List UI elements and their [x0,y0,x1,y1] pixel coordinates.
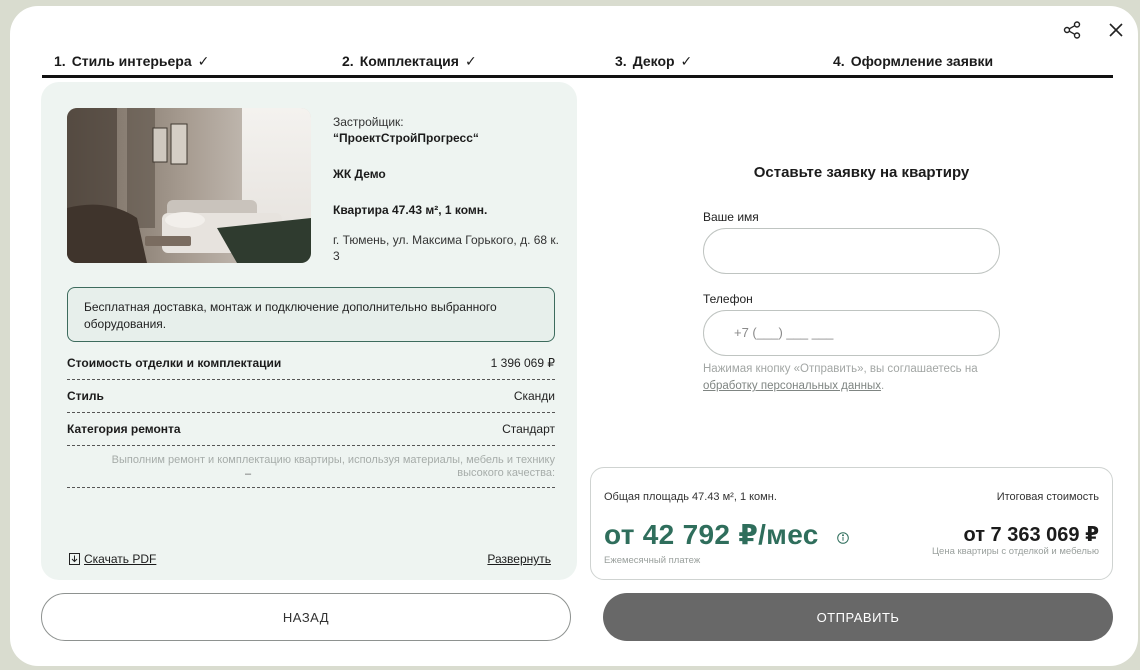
step-number: 2. [342,53,354,69]
expand-link[interactable]: Развернуть [487,552,551,566]
step-number: 1. [54,53,66,69]
step-label: Комплектация [359,53,459,69]
delivery-note: Бесплатная доставка, монтаж и подключени… [67,287,555,342]
total-cost-caption: Цена квартиры с отделкой и мебелью [932,546,1099,557]
consent-prefix: Нажимая кнопку «Отправить», вы соглашает… [703,363,978,375]
apartment-summary-panel: Застройщик: “ПроектСтройПрогресс“ ЖК Дем… [41,82,577,580]
top-icons [1062,20,1124,40]
configurator-modal: 1. Стиль интерьера ✓ 2. Комплектация ✓ 3… [10,6,1138,666]
interior-photo [67,108,311,263]
detail-row-cost: Стоимость отделки и комплектации 1 396 0… [67,347,555,380]
address: г. Тюмень, ул. Максима Горького, д. 68 к… [333,233,560,263]
price-card: Общая площадь 47.43 м², 1 комн. Итоговая… [590,467,1113,580]
step-number: 4. [833,53,845,69]
check-icon: ✓ [464,53,477,69]
form-title: Оставьте заявку на квартиру [753,164,970,181]
apartment-info: Застройщик: “ПроектСтройПрогресс“ ЖК Дем… [333,114,563,264]
close-icon[interactable] [1108,22,1124,38]
pdf-link-label: Скачать PDF [84,552,157,566]
name-label: Ваше имя [703,210,759,224]
download-pdf-link[interactable]: Скачать PDF [69,552,156,566]
pdf-download-icon [69,553,80,565]
personal-data-link[interactable]: обработку персональных данных [703,380,881,392]
detail-key: Категория ремонта [67,422,181,436]
send-button[interactable]: ОТПРАВИТЬ [603,593,1113,641]
detail-value: Стандарт [502,422,555,436]
consent-end: . [881,380,885,392]
flat-info: Квартира 47.43 м², 1 комн. [333,203,488,217]
check-icon: ✓ [197,53,210,69]
detail-key: Стоимость отделки и комплектации [67,356,282,370]
share-icon[interactable] [1062,20,1082,40]
info-icon[interactable] [837,531,849,549]
detail-key: Стиль [67,389,104,403]
complex-name: ЖК Демо [333,167,386,181]
detail-row-category: Категория ремонта Стандарт [67,413,555,446]
step-label: Оформление заявки [850,53,994,69]
back-button[interactable]: НАЗАД [41,593,571,641]
description-text: Выполним ремонт и комплектацию квартиры,… [111,454,555,479]
step-number: 3. [615,53,627,69]
step-label: Декор [632,53,675,69]
developer-label: Застройщик: [333,115,404,129]
list-marker: – [245,468,252,480]
check-icon: ✓ [680,53,693,69]
step-label: Стиль интерьера [71,53,192,69]
detail-value: 1 396 069 ₽ [490,356,555,370]
detail-value: Сканди [513,389,555,403]
repair-description: Выполним ремонт и комплектацию квартиры,… [67,446,555,488]
developer-name: “ПроектСтройПрогресс“ [333,131,479,145]
steps-progress-line [42,75,1113,78]
total-cost: от 7 363 069 ₽ [963,524,1099,546]
name-input[interactable] [703,228,1000,274]
detail-row-style: Стиль Сканди [67,380,555,413]
monthly-payment-caption: Ежемесячный платеж [604,555,701,566]
total-cost-label: Итоговая стоимость [996,491,1099,503]
phone-input[interactable]: +7 (___) ___ ___ [703,310,1000,356]
total-area: Общая площадь 47.43 м², 1 комн. [604,491,777,503]
phone-label: Телефон [703,292,753,306]
step-progress: 1. Стиль интерьера ✓ 2. Комплектация ✓ 3… [42,50,1113,80]
monthly-payment: от 42 792 ₽/мес [604,519,819,550]
consent-text: Нажимая кнопку «Отправить», вы соглашает… [703,361,1013,395]
